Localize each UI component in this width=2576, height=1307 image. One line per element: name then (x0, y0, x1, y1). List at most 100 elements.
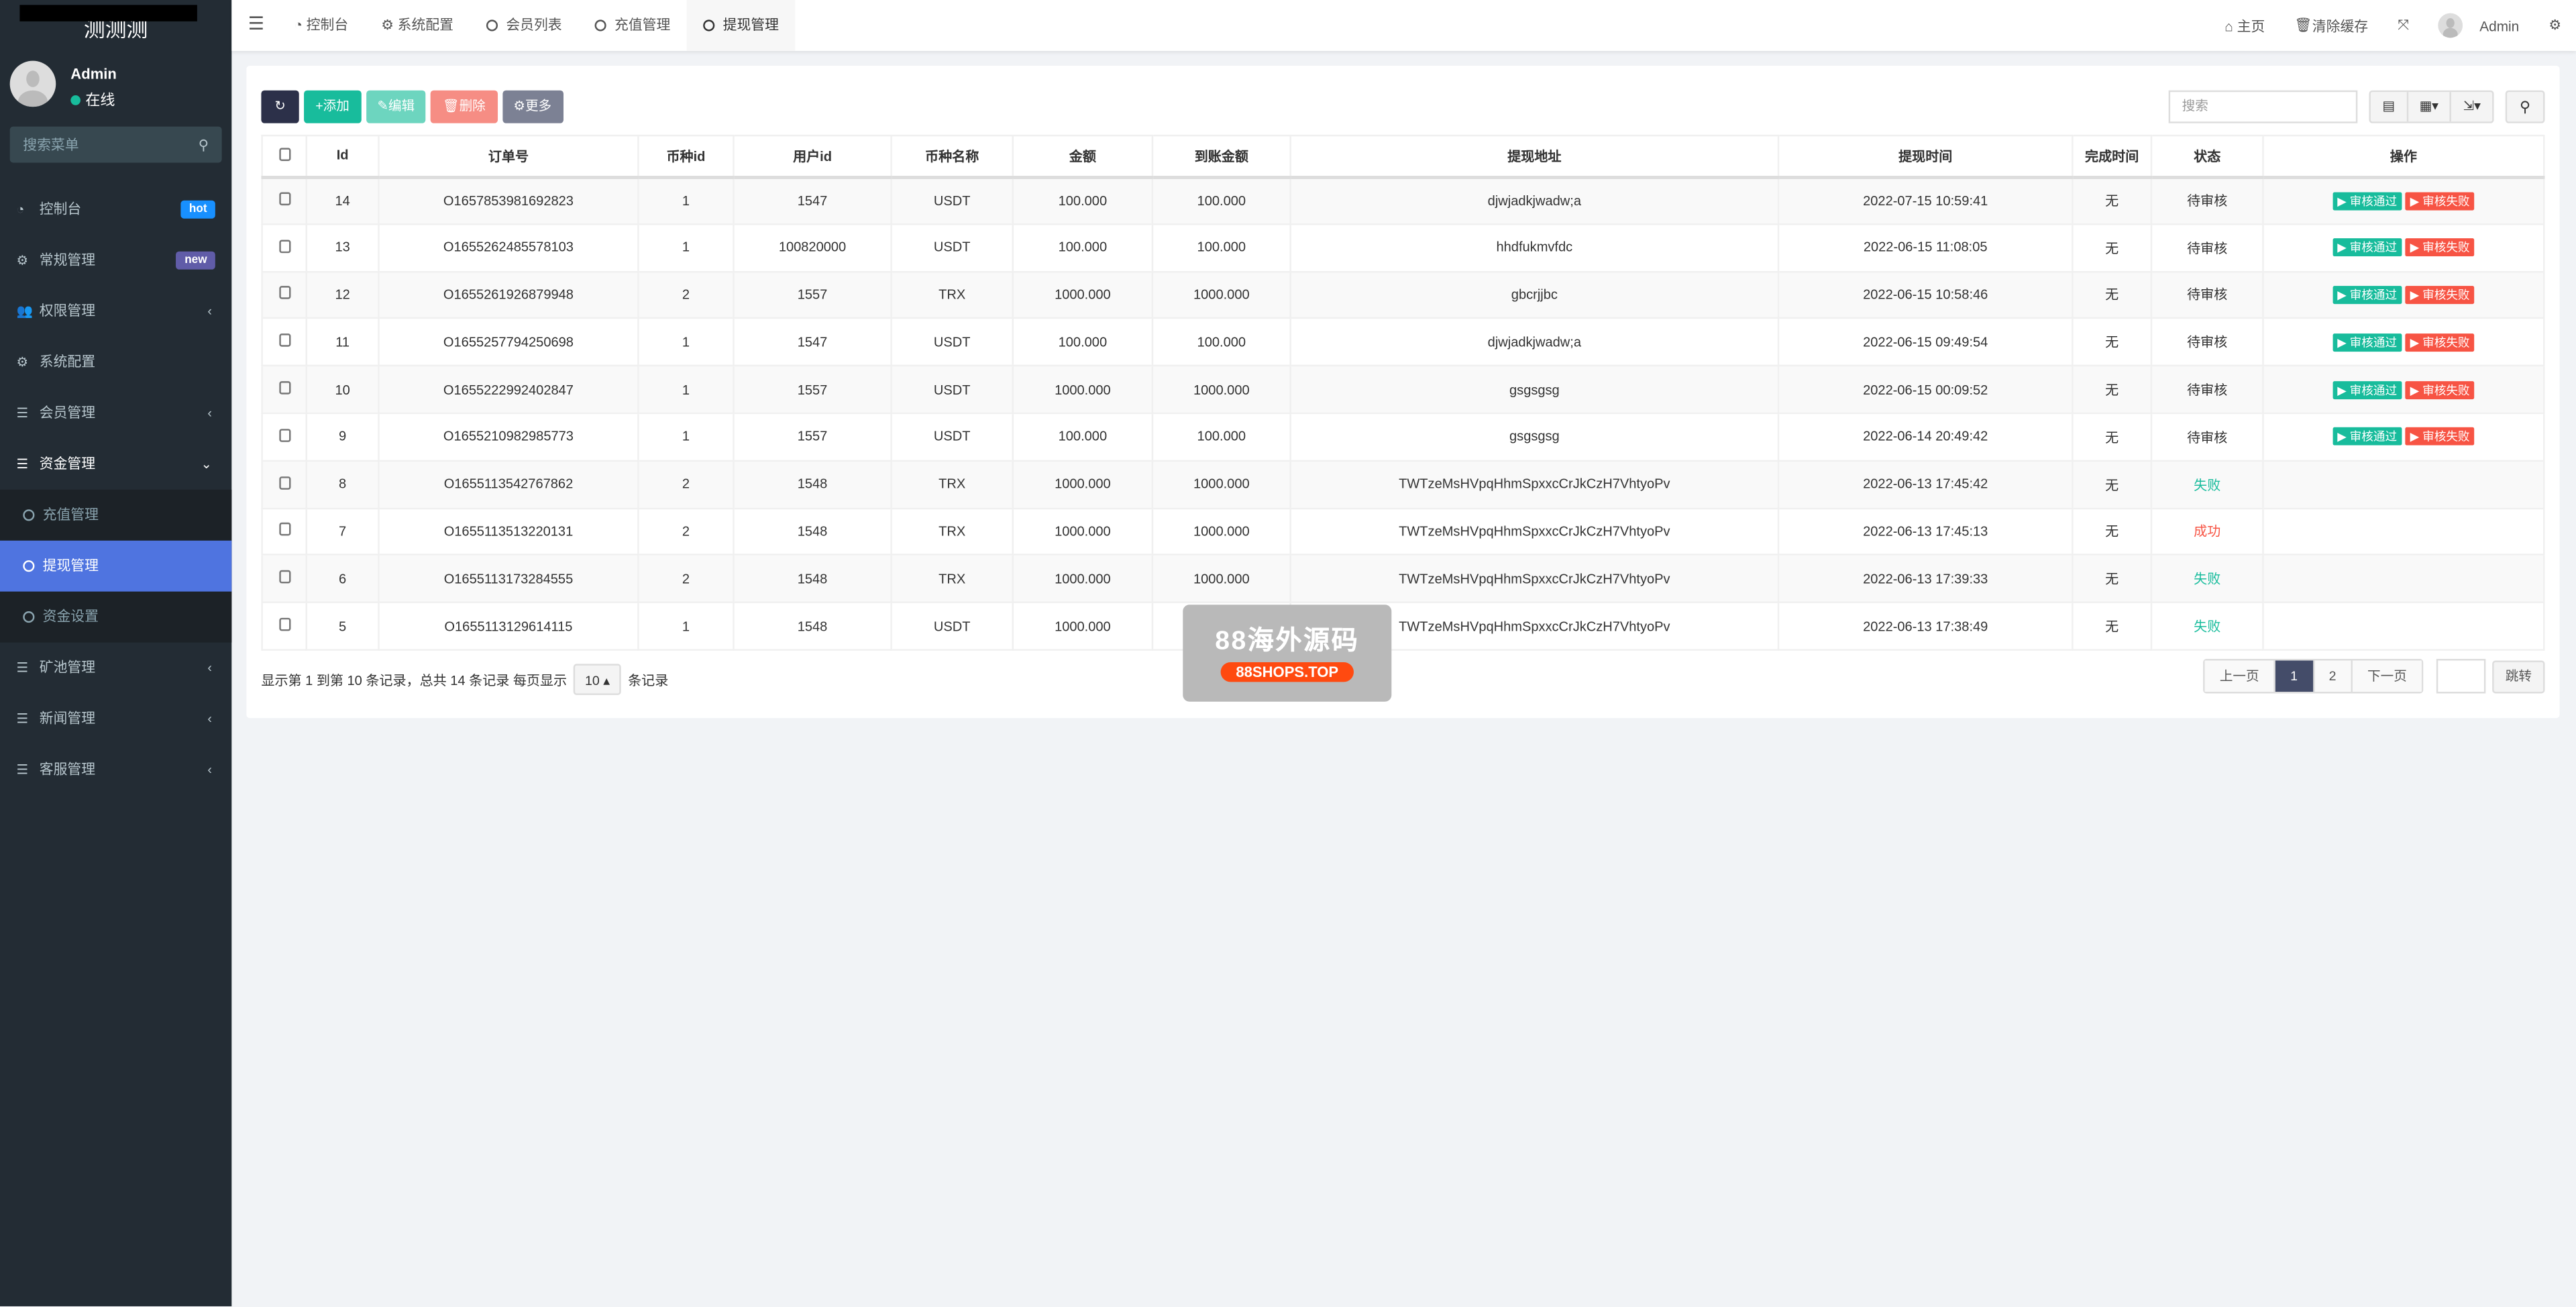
sidebar-item[interactable]: ☰新闻管理‹ (0, 693, 231, 744)
reject-button[interactable]: ▶ 审核失败 (2405, 380, 2475, 399)
logo[interactable]: 测测测 (0, 0, 231, 51)
checkbox[interactable] (278, 429, 290, 442)
search-icon[interactable]: ⚲ (199, 127, 209, 163)
checkbox[interactable] (278, 618, 290, 631)
tab-0[interactable]: ◔ 控制台 (278, 0, 365, 51)
approve-button[interactable]: ▶ 审核通过 (2332, 333, 2402, 352)
table-cell: hhdfukmvfdc (1291, 224, 1778, 272)
row-checkbox-cell[interactable] (262, 603, 307, 650)
column-header[interactable]: 币种名称 (892, 136, 1013, 176)
row-checkbox-cell[interactable] (262, 224, 307, 272)
approve-button[interactable]: ▶ 审核通过 (2332, 192, 2402, 210)
jump-button[interactable]: 跳转 (2492, 660, 2544, 692)
menu-toggle-icon[interactable]: ☰ (248, 0, 264, 51)
prev-page-button[interactable]: 上一页 (2205, 660, 2275, 692)
column-header[interactable]: 币种id (638, 136, 733, 176)
checkbox[interactable] (278, 570, 290, 584)
trash-icon: 🗑 (2294, 16, 2312, 34)
table-cell: 失败 (2151, 460, 2263, 508)
sidebar-item[interactable]: ⚙系统配置 (0, 337, 231, 388)
sidebar-item[interactable]: ◔控制台hot (0, 184, 231, 235)
table-row: 11O165525779425069811547USDT100.000100.0… (262, 319, 2544, 366)
select-all-checkbox[interactable] (262, 136, 307, 176)
checkbox[interactable] (278, 193, 290, 206)
row-checkbox-cell[interactable] (262, 508, 307, 556)
column-header[interactable]: Id (307, 136, 379, 176)
reject-button[interactable]: ▶ 审核失败 (2405, 192, 2475, 210)
approve-button[interactable]: ▶ 审核通过 (2332, 380, 2402, 399)
columns-dropdown-icon[interactable]: ▦▾ (2408, 92, 2452, 121)
checkbox[interactable] (278, 523, 290, 537)
page-size-select[interactable]: 10 ▴ (574, 664, 621, 695)
refresh-button[interactable]: ↻ (261, 91, 299, 123)
search-button[interactable]: ⚲ (2506, 91, 2545, 123)
delete-button[interactable]: 🗑删除 (431, 91, 497, 123)
table-cell: 2022-06-14 20:49:42 (1778, 413, 2072, 461)
reject-button[interactable]: ▶ 审核失败 (2405, 333, 2475, 352)
tab-2[interactable]: 会员列表 (470, 0, 578, 51)
row-checkbox-cell[interactable] (262, 413, 307, 461)
settings-cogs-icon[interactable]: ⚙ (2534, 16, 2576, 34)
reject-button[interactable]: ▶ 审核失败 (2405, 239, 2475, 257)
table-cell: 待审核 (2151, 319, 2263, 366)
column-header[interactable]: 到账金额 (1152, 136, 1291, 176)
page-1-button[interactable]: 1 (2275, 660, 2314, 692)
checkbox[interactable] (278, 381, 290, 395)
table-cell: 1 (638, 603, 733, 650)
checkbox[interactable] (278, 240, 290, 253)
column-header[interactable]: 提现地址 (1291, 136, 1778, 176)
column-header[interactable]: 用户id (733, 136, 891, 176)
checkbox[interactable] (278, 148, 290, 161)
add-button[interactable]: +添加 (304, 91, 361, 123)
submenu-item[interactable]: 资金设置 (0, 592, 231, 643)
row-checkbox-cell[interactable] (262, 271, 307, 319)
row-checkbox-cell[interactable] (262, 366, 307, 413)
sidebar-item[interactable]: ⚙常规管理new (0, 235, 231, 286)
checkbox[interactable] (278, 476, 290, 489)
reject-button[interactable]: ▶ 审核失败 (2405, 428, 2475, 446)
checkbox[interactable] (278, 286, 290, 300)
checkbox[interactable] (278, 334, 290, 348)
table-cell: 1 (638, 176, 733, 224)
row-checkbox-cell[interactable] (262, 319, 307, 366)
table-cell: 无 (2072, 460, 2151, 508)
approve-button[interactable]: ▶ 审核通过 (2332, 239, 2402, 257)
approve-label: 审核通过 (2350, 382, 2397, 397)
submenu-item[interactable]: 充值管理 (0, 490, 231, 541)
column-header[interactable]: 状态 (2151, 136, 2263, 176)
approve-button[interactable]: ▶ 审核通过 (2332, 428, 2402, 446)
user-menu[interactable]: Admin (2424, 13, 2534, 38)
submenu-item[interactable]: 提现管理 (0, 541, 231, 592)
toggle-view-icon[interactable]: ▤ (2371, 92, 2408, 121)
column-header[interactable]: 操作 (2263, 136, 2544, 176)
tab-3[interactable]: 充值管理 (578, 0, 687, 51)
watermark: 88海外源码 88SHOPS.TOP (1183, 605, 1391, 701)
fullscreen-icon[interactable]: ⤧ (2383, 16, 2424, 34)
row-checkbox-cell[interactable] (262, 176, 307, 224)
jump-page-input[interactable] (2436, 659, 2485, 693)
tab-1[interactable]: ⚙ 系统配置 (365, 0, 470, 51)
tab-4[interactable]: 提现管理 (687, 0, 796, 51)
clear-cache-button[interactable]: 🗑清除缓存 (2279, 15, 2383, 35)
sidebar-item[interactable]: 👥权限管理‹ (0, 286, 231, 337)
approve-button[interactable]: ▶ 审核通过 (2332, 286, 2402, 304)
column-header[interactable]: 提现时间 (1778, 136, 2072, 176)
column-header[interactable]: 金额 (1013, 136, 1152, 176)
sidebar-item[interactable]: ☰资金管理⌄ (0, 439, 231, 490)
column-header[interactable]: 订单号 (378, 136, 638, 176)
export-dropdown-icon[interactable]: ⇲▾ (2452, 92, 2493, 121)
sidebar-item[interactable]: ☰会员管理‹ (0, 388, 231, 439)
table-search-input[interactable]: 搜索 (2169, 91, 2358, 123)
row-checkbox-cell[interactable] (262, 555, 307, 603)
edit-button[interactable]: ✎编辑 (366, 91, 426, 123)
row-checkbox-cell[interactable] (262, 460, 307, 508)
menu-search-input[interactable]: 搜索菜单⚲ (10, 127, 222, 163)
next-page-button[interactable]: 下一页 (2353, 660, 2422, 692)
more-button[interactable]: ⚙更多 (502, 91, 563, 123)
page-2-button[interactable]: 2 (2314, 660, 2353, 692)
sidebar-item[interactable]: ☰矿池管理‹ (0, 643, 231, 694)
reject-button[interactable]: ▶ 审核失败 (2405, 286, 2475, 304)
home-link[interactable]: ⌂ 主页 (2210, 15, 2279, 35)
sidebar-item[interactable]: ☰客服管理‹ (0, 744, 231, 795)
column-header[interactable]: 完成时间 (2072, 136, 2151, 176)
